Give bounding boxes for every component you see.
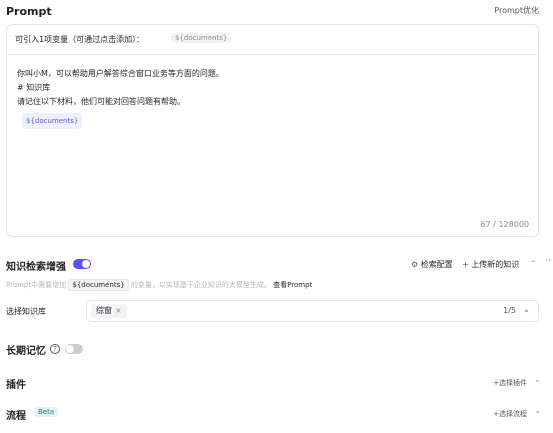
upload-knowledge-label: 上传新的知识 <box>471 260 520 269</box>
prompt-editor[interactable]: 可引入1项变量（可通过点击添加）： ${documents} 你叫小M，可以帮助… <box>6 24 539 237</box>
close-icon[interactable]: × <box>115 306 122 315</box>
toggle-knob <box>82 260 90 268</box>
plus-icon: + <box>462 260 469 269</box>
select-workflow-button[interactable]: +选择流程 <box>493 409 527 419</box>
workflow-title: 流程 <box>6 411 26 422</box>
select-workflow-label: 选择流程 <box>499 410 527 418</box>
chevron-down-icon[interactable]: ⌄ <box>534 406 541 415</box>
variable-chip-documents[interactable]: ${documents} <box>171 33 232 43</box>
gear-icon: ⚙ <box>411 260 419 269</box>
prompt-optimize-button[interactable]: Prompt优化 <box>494 5 539 16</box>
knowledge-base-select[interactable]: 综窗 × 1/5 ⌄ <box>86 300 539 322</box>
prompt-section-title: Prompt <box>6 5 52 18</box>
description-variable-chip: ${documents} <box>68 279 129 291</box>
prompt-line: # 知识库 <box>17 83 51 92</box>
retrieval-config-label: 检索配置 <box>420 260 453 269</box>
description-prefix: Prompt中需要增加 <box>6 281 67 289</box>
character-counter: 67 / 128000 <box>480 220 530 229</box>
inserted-variable-chip[interactable]: ${documents} <box>22 113 83 129</box>
chevron-down-icon[interactable]: ⌄ <box>534 375 541 384</box>
prompt-line: 请记住以下材料，他们可能对回答问题有帮助。 <box>17 97 185 106</box>
prompt-line: 你叫小M，可以帮助用户解答综合窗口业务等方面的问题。 <box>17 69 224 78</box>
knowledge-description: Prompt中需要增加 ${documents} 的变量，以实现基于企业知识的大… <box>6 279 312 291</box>
prompt-variable-bar: 可引入1项变量（可通过点击添加）： ${documents} <box>7 25 538 55</box>
toggle-knob <box>66 345 74 353</box>
description-suffix: 的变量，以实现基于企业知识的大模型生成。 <box>130 281 271 289</box>
select-knowledge-label: 选择知识库 <box>6 307 46 316</box>
retrieval-config-button[interactable]: ⚙ 检索配置 <box>411 259 453 270</box>
upload-knowledge-button[interactable]: + 上传新的知识 <box>462 259 519 270</box>
plugins-title: 插件 <box>6 380 26 391</box>
prompt-text[interactable]: 你叫小M，可以帮助用户解答综合窗口业务等方面的问题。 # 知识库 请记住以下材料… <box>17 67 224 129</box>
select-plugin-button[interactable]: +选择插件 <box>493 378 527 388</box>
knowledge-retrieval-title: 知识检索增强 <box>6 262 66 273</box>
beta-badge: Beta <box>34 407 59 417</box>
variable-hint: 可引入1项变量（可通过点击添加）： <box>15 35 145 44</box>
chevron-up-icon[interactable]: ⌃ <box>530 259 537 268</box>
long-term-memory-title: 长期记忆 <box>6 346 46 357</box>
expand-handle-icon[interactable]: ‹› <box>545 256 551 264</box>
select-plugin-label: 选择插件 <box>499 379 527 387</box>
selection-count: 1/5 <box>503 306 516 315</box>
view-prompt-link[interactable]: 查看Prompt <box>273 281 312 289</box>
help-circle-icon[interactable]: ? <box>50 344 60 354</box>
selected-knowledge-tag: 综窗 × <box>91 304 127 318</box>
long-term-memory-toggle[interactable] <box>65 344 83 354</box>
knowledge-retrieval-toggle[interactable] <box>73 259 91 269</box>
chevron-down-icon[interactable]: ⌄ <box>523 305 530 314</box>
selected-knowledge-name: 综窗 <box>96 306 112 315</box>
